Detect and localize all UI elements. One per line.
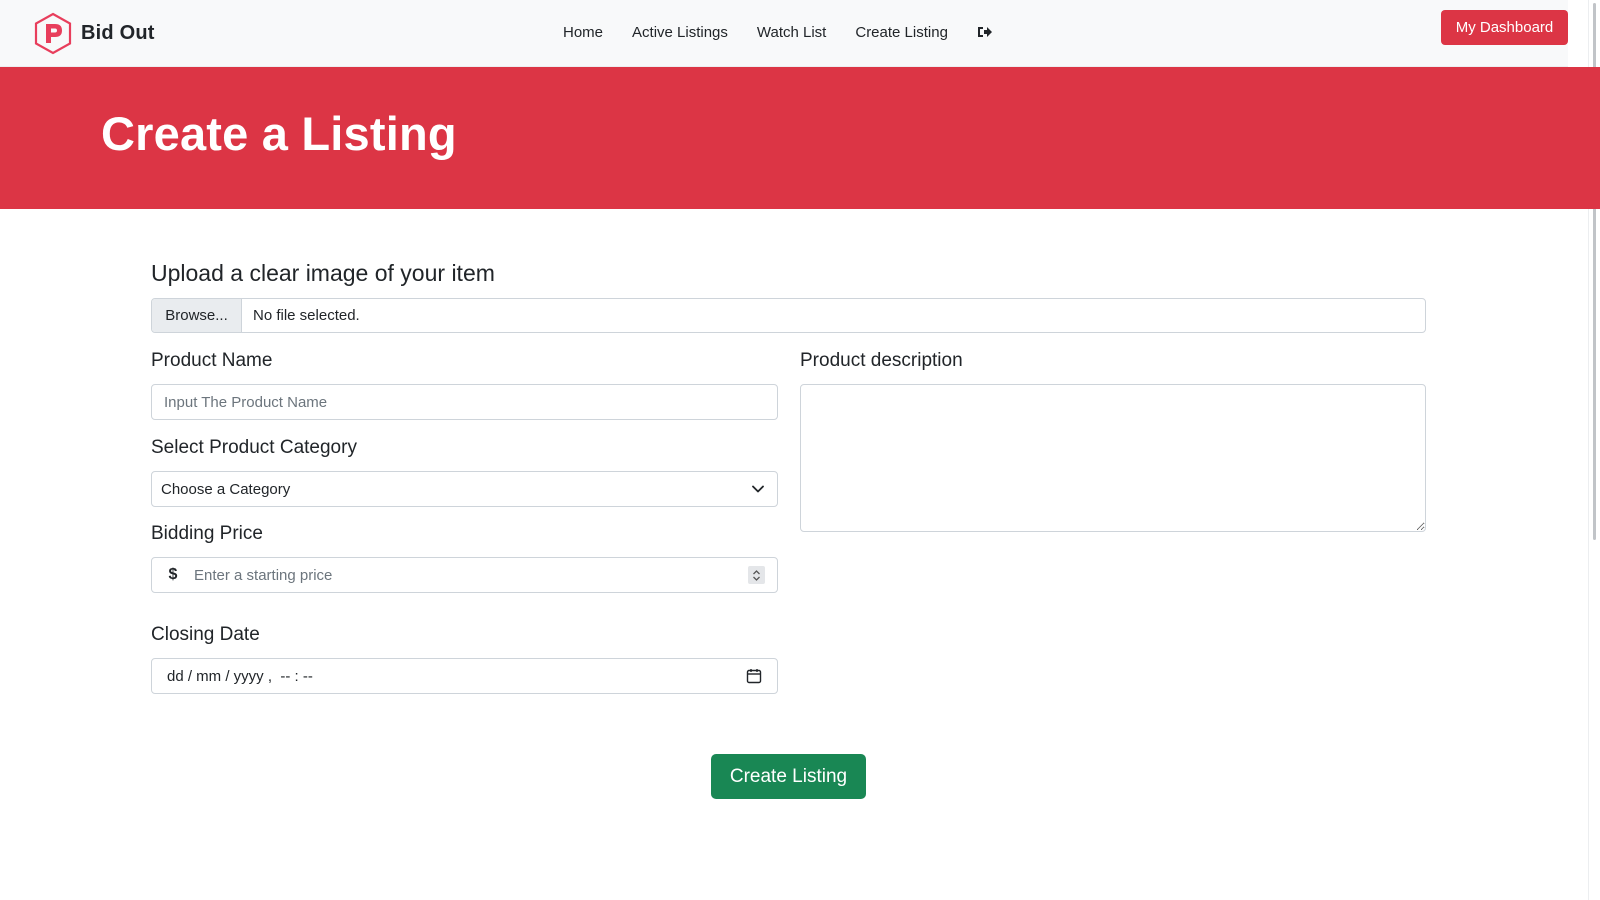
description-textarea[interactable]	[800, 384, 1426, 532]
top-navbar: Bid Out Home Active Listings Watch List …	[0, 0, 1568, 67]
brand-name: Bid Out	[81, 22, 155, 44]
brand[interactable]: Bid Out	[33, 12, 155, 55]
hero-banner: Create a Listing	[0, 67, 1600, 209]
dollar-icon: $	[168, 566, 178, 583]
upload-label: Upload a clear image of your item	[151, 260, 495, 286]
sign-out-icon[interactable]	[977, 25, 993, 39]
chevron-down-icon	[752, 485, 764, 493]
browse-button[interactable]: Browse...	[152, 299, 242, 332]
closing-date-input[interactable]: dd / mm / yyyy , -- : --	[151, 658, 778, 694]
category-select[interactable]: Choose a Category	[151, 471, 778, 507]
nav-link-home[interactable]: Home	[563, 24, 603, 41]
spinner-arrows-icon	[753, 569, 760, 581]
file-status-text: No file selected.	[253, 307, 360, 324]
nav-link-active-listings[interactable]: Active Listings	[632, 24, 728, 41]
page-title: Create a Listing	[101, 107, 457, 160]
calendar-icon[interactable]	[746, 668, 762, 684]
category-label: Select Product Category	[151, 437, 357, 458]
product-name-label: Product Name	[151, 350, 273, 371]
bid-out-logo-icon	[34, 12, 72, 55]
price-label: Bidding Price	[151, 523, 263, 544]
nav-links: Home Active Listings Watch List Create L…	[563, 24, 993, 41]
product-name-input[interactable]	[151, 384, 778, 420]
price-spinner[interactable]	[748, 566, 765, 584]
nav-link-create-listing[interactable]: Create Listing	[855, 24, 948, 41]
image-file-input[interactable]: Browse... No file selected.	[151, 298, 1426, 333]
category-selected-value: Choose a Category	[161, 480, 291, 498]
price-input-group: $	[151, 557, 778, 593]
closing-date-label: Closing Date	[151, 624, 260, 645]
create-listing-button[interactable]: Create Listing	[711, 754, 866, 799]
closing-date-placeholder: dd / mm / yyyy , -- : --	[167, 667, 313, 685]
description-label: Product description	[800, 350, 963, 371]
nav-link-watch-list[interactable]: Watch List	[757, 24, 826, 41]
price-input[interactable]	[194, 558, 734, 592]
my-dashboard-button[interactable]: My Dashboard	[1441, 10, 1568, 45]
